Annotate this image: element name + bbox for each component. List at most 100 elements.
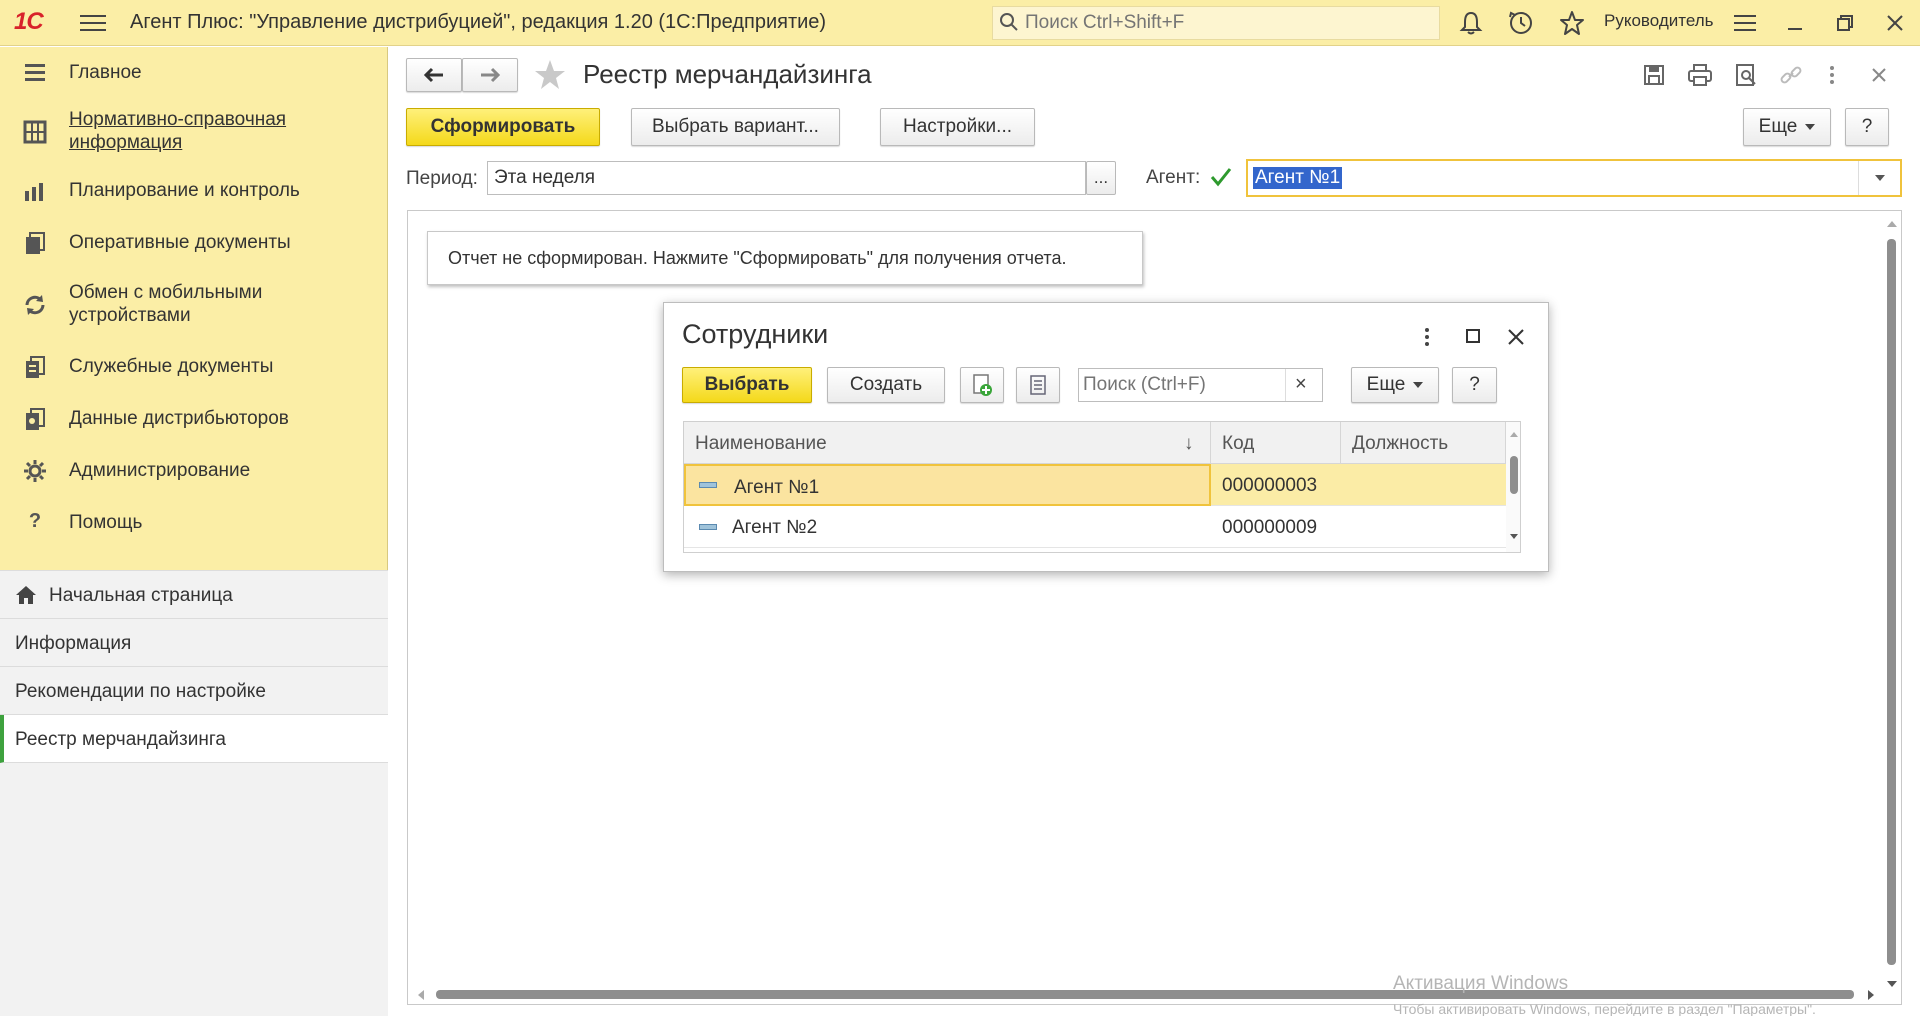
- close-icon[interactable]: [1881, 9, 1909, 37]
- search-divider: [1285, 369, 1286, 401]
- sidebar-item-administration[interactable]: Администрирование: [0, 445, 388, 497]
- dialog-maximize-icon[interactable]: [1465, 328, 1481, 344]
- item-icon: [699, 524, 717, 530]
- sidebar-item-planning[interactable]: Планирование и контроль: [0, 165, 388, 217]
- scroll-up-icon[interactable]: [1510, 432, 1518, 437]
- cell-name[interactable]: Агент №1: [684, 464, 1211, 506]
- sidebar-item-label: Данные дистрибьюторов: [69, 408, 289, 429]
- agent-label: Агент:: [1146, 167, 1201, 188]
- back-button[interactable]: [406, 58, 462, 92]
- choose-variant-button[interactable]: Выбрать вариант...: [631, 108, 840, 146]
- open-window-label: Информация: [15, 633, 132, 654]
- list-view-button[interactable]: [1016, 367, 1060, 403]
- forward-button[interactable]: [462, 58, 518, 92]
- sidebar-item-reference-info[interactable]: Нормативно-справочная информация: [0, 99, 388, 165]
- dialog-close-icon[interactable]: [1507, 328, 1525, 346]
- column-header-name[interactable]: Наименование ↓: [684, 422, 1211, 464]
- h-scroll-thumb[interactable]: [436, 990, 1854, 999]
- agent-field-value: Агент №1: [1253, 167, 1343, 189]
- dropdown-arrow-icon[interactable]: [1875, 175, 1885, 181]
- bell-icon[interactable]: [1457, 9, 1485, 37]
- arrow-left-icon: [423, 67, 443, 83]
- sidebar-item-main[interactable]: Главное: [0, 47, 388, 99]
- minimize-icon[interactable]: [1781, 9, 1809, 37]
- dialog-search-input[interactable]: [1079, 369, 1279, 401]
- restore-icon[interactable]: [1831, 9, 1859, 37]
- create-button[interactable]: Создать: [827, 367, 945, 403]
- column-header-code[interactable]: Код: [1211, 422, 1341, 464]
- star-icon[interactable]: [1558, 9, 1586, 37]
- scroll-right-icon[interactable]: [1868, 990, 1874, 1000]
- sidebar-item-label: Планирование и контроль: [69, 180, 300, 201]
- table-row[interactable]: Агент №1 000000003: [684, 464, 1520, 506]
- dialog-more-label: Еще: [1366, 374, 1406, 395]
- user-name[interactable]: Руководитель: [1604, 11, 1714, 31]
- dialog-more-button[interactable]: Еще: [1351, 367, 1439, 403]
- open-window-label: Реестр мерчандайзинга: [15, 729, 226, 750]
- settings-button[interactable]: Настройки...: [880, 108, 1035, 146]
- cell-name-text: Агент №1: [734, 477, 820, 498]
- add-document-icon: [973, 374, 992, 396]
- scroll-left-icon[interactable]: [418, 990, 424, 1000]
- search-clear-icon[interactable]: ×: [1295, 373, 1307, 396]
- cell-code: 000000009: [1222, 517, 1318, 538]
- table-scrollbar[interactable]: [1506, 422, 1520, 552]
- more-button-label: Еще: [1758, 116, 1798, 137]
- favorite-star-icon[interactable]: [532, 57, 568, 93]
- windows-activation-title: Активация Windows: [1393, 973, 1569, 994]
- period-field[interactable]: Эта неделя: [487, 161, 1086, 195]
- agent-field-divider: [1858, 161, 1859, 195]
- sync-icon: [25, 295, 45, 315]
- table-row[interactable]: Агент №2 000000009: [684, 506, 1520, 548]
- create-copy-button[interactable]: [960, 367, 1004, 403]
- vertical-scrollbar[interactable]: [1883, 211, 1901, 971]
- open-window-info[interactable]: Информация: [0, 619, 388, 667]
- sidebar-item-distributors[interactable]: Данные дистрибьюторов: [0, 393, 388, 445]
- menu-lines-icon: [25, 64, 45, 81]
- preview-icon[interactable]: [1734, 63, 1758, 87]
- sidebar-item-mobile-exchange[interactable]: Обмен с мобильными устройствами: [0, 269, 388, 341]
- scroll-up-icon[interactable]: [1887, 221, 1897, 227]
- global-search[interactable]: [992, 6, 1440, 40]
- settings-lines-icon[interactable]: [1731, 9, 1759, 37]
- open-window-merch-registry[interactable]: Реестр мерчандайзинга: [0, 715, 388, 763]
- more-vertical-icon[interactable]: [1825, 63, 1839, 87]
- sidebar-item-operational-docs[interactable]: Оперативные документы: [0, 217, 388, 269]
- agent-checkbox[interactable]: [1209, 165, 1233, 189]
- scroll-down-icon[interactable]: [1510, 534, 1518, 539]
- open-window-home[interactable]: Начальная страница: [0, 571, 388, 619]
- save-icon[interactable]: [1642, 63, 1666, 87]
- form-close-icon[interactable]: [1869, 65, 1889, 85]
- dialog-search[interactable]: ×: [1078, 368, 1323, 402]
- column-header-position[interactable]: Должность: [1341, 422, 1506, 464]
- print-icon[interactable]: [1687, 63, 1713, 87]
- service-docs-icon: [26, 356, 45, 378]
- open-window-label: Начальная страница: [49, 585, 233, 606]
- sidebar-item-help[interactable]: ? Помощь: [0, 497, 388, 549]
- cell-code: 000000003: [1222, 475, 1318, 496]
- global-search-input[interactable]: [1025, 7, 1425, 39]
- dialog-more-icon[interactable]: [1420, 325, 1434, 349]
- open-window-recommendations[interactable]: Рекомендации по настройке: [0, 667, 388, 715]
- distributor-icon: [26, 408, 45, 430]
- dialog-help-button[interactable]: ?: [1452, 367, 1497, 403]
- open-window-label: Рекомендации по настройке: [15, 681, 266, 702]
- generate-button[interactable]: Сформировать: [406, 108, 600, 146]
- dialog-title: Сотрудники: [682, 319, 829, 349]
- scroll-thumb[interactable]: [1887, 239, 1896, 965]
- history-icon[interactable]: [1507, 9, 1535, 37]
- scroll-down-icon[interactable]: [1883, 979, 1901, 989]
- period-select-button[interactable]: ...: [1086, 161, 1116, 195]
- agent-field[interactable]: Агент №1: [1246, 159, 1902, 197]
- table-scroll-thumb[interactable]: [1510, 456, 1518, 494]
- select-button[interactable]: Выбрать: [682, 367, 812, 403]
- question-icon: ?: [28, 510, 42, 532]
- arrow-right-icon: [481, 67, 501, 83]
- main-menu-icon[interactable]: [80, 10, 106, 36]
- more-button[interactable]: Еще: [1743, 108, 1831, 146]
- cell-name[interactable]: Агент №2: [684, 506, 1211, 548]
- windows-activation-text: Чтобы активировать Windows, перейдите в …: [1393, 1001, 1816, 1016]
- sidebar-item-service-docs[interactable]: Служебные документы: [0, 341, 388, 393]
- help-button[interactable]: ?: [1845, 108, 1889, 146]
- link-icon[interactable]: [1779, 63, 1803, 87]
